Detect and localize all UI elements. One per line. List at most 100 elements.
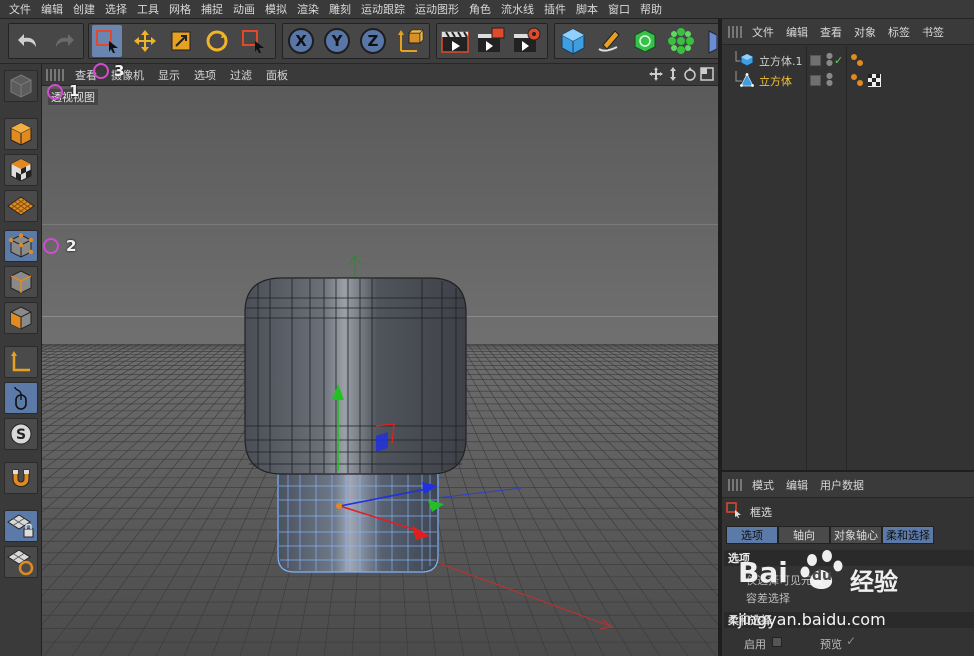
menu-render[interactable]: 渲染 [292,1,324,17]
am-menu-edit[interactable]: 编辑 [780,477,814,493]
tab-object-axis[interactable]: 对象轴心 [830,526,882,544]
am-grip-icon[interactable] [728,478,742,491]
tweak-mode-button[interactable] [4,382,38,414]
deformer-button[interactable] [700,25,718,57]
viewport-menu-display[interactable]: 显示 [151,67,187,83]
rotate-view-icon[interactable] [683,67,697,81]
tab-options[interactable]: 选项 [726,526,778,544]
om-menu-objects[interactable]: 对象 [848,24,882,40]
render-view-button[interactable] [440,25,470,57]
polygons-mode-button[interactable] [4,302,38,334]
om-menu-file[interactable]: 文件 [746,24,780,40]
preview-checkbox[interactable]: ✓ [846,634,856,648]
workplane-mode-button[interactable] [4,190,38,222]
texture-mode-button[interactable] [4,154,38,186]
om-column-divider[interactable] [846,46,847,470]
redo-button[interactable] [48,25,78,57]
viewport-grip-icon[interactable] [46,68,64,81]
subdivision-button[interactable] [630,25,660,57]
menu-snap[interactable]: 捕捉 [196,1,228,17]
menu-character[interactable]: 角色 [464,1,496,17]
layer-swatch[interactable] [810,75,821,86]
enabled-check[interactable]: ✓ [834,54,843,67]
z-axis-lock-button[interactable]: Z [360,28,386,54]
menu-mesh[interactable]: 网格 [164,1,196,17]
object-name-selected[interactable]: 立方体 [759,73,792,89]
visibility-dots[interactable]: ● ● [826,72,833,87]
snap-button[interactable] [4,462,38,494]
menu-script[interactable]: 脚本 [571,1,603,17]
render-settings-button[interactable] [512,25,542,57]
menu-simulate[interactable]: 模拟 [260,1,292,17]
viewport-menu-options[interactable]: 选项 [187,67,223,83]
object-row-cube-1[interactable]: 立方体.1 ● ● ✓ [722,51,974,70]
planar-workplane-button[interactable] [4,546,38,578]
gizmo-center[interactable] [336,503,342,509]
object-name[interactable]: 立方体.1 [759,53,803,69]
rotate-tool-button[interactable] [202,25,232,57]
solo-button[interactable]: S [4,418,38,450]
tab-soft-selection[interactable]: 柔和选择 [882,526,934,544]
om-grip-icon[interactable] [728,25,742,38]
object-mode-button[interactable] [4,118,38,150]
menu-sculpt[interactable]: 雕刻 [324,1,356,17]
top-cube[interactable] [244,277,467,475]
layer-swatch[interactable] [810,55,821,66]
om-menu-edit[interactable]: 编辑 [780,24,814,40]
om-menu-tags[interactable]: 标签 [882,24,916,40]
menu-help[interactable]: 帮助 [635,1,667,17]
cloner-button[interactable] [666,25,696,57]
move-tool-button[interactable] [130,25,160,57]
menu-window[interactable]: 窗口 [603,1,635,17]
scale-tool-button[interactable] [166,25,196,57]
object-row-cube[interactable]: 立方体 ● ● [722,71,974,90]
viewport-menu-camera[interactable]: 摄像机 [104,67,151,83]
menu-pipeline[interactable]: 流水线 [496,1,539,17]
toggle-views-icon[interactable] [700,67,714,81]
coordinate-system-button[interactable] [396,25,426,57]
menu-select[interactable]: 选择 [100,1,132,17]
x-axis-lock-button[interactable]: X [288,28,314,54]
points-mode-button[interactable] [4,230,38,262]
om-menu-view[interactable]: 查看 [814,24,848,40]
enable-checkbox[interactable] [772,637,782,647]
am-menu-mode[interactable]: 模式 [746,477,780,493]
om-column-divider[interactable] [806,46,807,470]
menu-edit[interactable]: 编辑 [36,1,68,17]
model-mode-button[interactable] [4,70,38,102]
viewport-menu-filter[interactable]: 过滤 [223,67,259,83]
phong-tag-icon[interactable] [850,53,864,69]
locked-workplane-button[interactable] [4,510,38,542]
menu-tools[interactable]: 工具 [132,1,164,17]
menu-file[interactable]: 文件 [4,1,36,17]
am-menu-user-data[interactable]: 用户数据 [814,477,870,493]
undo-button[interactable] [14,25,44,57]
enable-axis-button[interactable] [4,346,38,378]
menu-motion-tracking[interactable]: 运动跟踪 [356,1,410,17]
tab-axis[interactable]: 轴向 [778,526,830,544]
edges-mode-button[interactable] [4,266,38,298]
perspective-viewport[interactable] [42,86,718,656]
menu-mograph[interactable]: 运动图形 [410,1,464,17]
texture-tag-icon[interactable] [868,74,881,87]
bottom-cube[interactable] [277,461,439,573]
preview-label: 预览 [820,638,842,651]
om-menu-bookmarks[interactable]: 书签 [916,24,950,40]
visibility-dots[interactable]: ● ● [826,52,833,67]
menu-animate[interactable]: 动画 [228,1,260,17]
pen-tool-button[interactable] [594,25,624,57]
menu-create[interactable]: 创建 [68,1,100,17]
render-picture-viewer-button[interactable] [476,25,506,57]
phong-tag-icon[interactable] [850,73,864,89]
annotation-marker-2 [43,238,59,254]
y-axis-lock-button[interactable]: Y [324,28,350,54]
menu-plugins[interactable]: 插件 [539,1,571,17]
pan-view-icon[interactable] [649,67,663,81]
cube-primitive-button[interactable] [558,25,588,57]
section-soft-selection-header[interactable]: 柔和选择 [724,612,974,628]
section-options-header[interactable]: 选项 [724,550,974,566]
viewport-menu-panel[interactable]: 面板 [259,67,295,83]
last-tool-button[interactable] [238,25,268,57]
box-select-button[interactable] [92,25,122,57]
zoom-view-icon[interactable] [666,67,680,81]
